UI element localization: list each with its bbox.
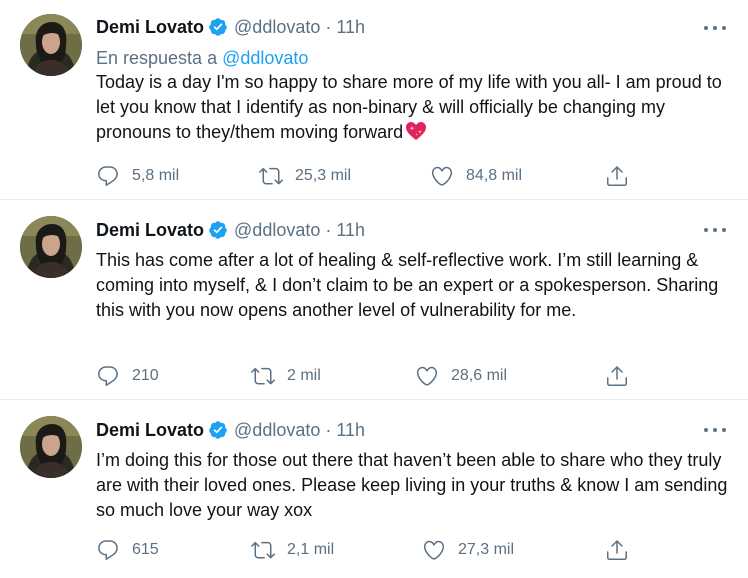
like-button[interactable]: 27,3 mil [422,538,514,562]
like-count: 84,8 mil [466,167,523,184]
retweet-button[interactable]: 2,1 mil [251,538,334,562]
retweet-button[interactable]: 25,3 mil [259,164,351,188]
verified-badge-icon [208,220,228,240]
author-name[interactable]: Demi Lovato [96,16,204,38]
reply-button[interactable]: 615 [96,538,159,562]
retweet-icon [251,538,275,562]
share-button[interactable] [605,164,629,188]
sparkling-heart-emoji [405,121,427,141]
heart-outline-icon [430,164,454,188]
share-button[interactable] [605,538,629,562]
like-button[interactable]: 84,8 mil [430,164,522,188]
reply-button[interactable]: 5,8 mil [96,164,179,188]
separator-dot: · [325,17,332,37]
tweet-time[interactable]: 11h [336,219,365,241]
author-name[interactable]: Demi Lovato [96,219,204,241]
reply-count: 210 [132,367,159,384]
reply-count: 5,8 mil [132,167,180,184]
tweet-header: Demi Lovato @ddlovato · 11h [96,419,365,441]
tweet-header: Demi Lovato @ddlovato · 11h [96,219,365,241]
share-upload-icon [605,538,629,562]
share-button[interactable] [605,364,629,388]
retweet-icon [251,364,275,388]
reply-button[interactable]: 210 [96,364,159,388]
more-options-icon[interactable] [704,17,726,39]
like-button[interactable]: 28,6 mil [415,364,507,388]
separator-dot: · [325,220,332,240]
reply-bubble-icon [96,538,120,562]
share-upload-icon [605,364,629,388]
retweet-button[interactable]: 2 mil [251,364,321,388]
avatar[interactable] [20,416,82,478]
share-upload-icon [605,164,629,188]
tweet-text: Today is a day I'm so happy to share mor… [96,70,736,145]
more-options-icon[interactable] [704,419,726,441]
retweet-count: 25,3 mil [295,167,352,184]
reply-context: En respuesta a @ddlovato [96,47,308,69]
author-handle[interactable]: @ddlovato [234,419,320,441]
tweet-text: This has come after a lot of healing & s… [96,248,736,323]
like-count: 28,6 mil [451,367,508,384]
tweet-time[interactable]: 11h [336,16,365,38]
heart-outline-icon [415,364,439,388]
reply-prefix: En respuesta a [96,48,218,68]
reply-mention-link[interactable]: @ddlovato [222,48,308,68]
retweet-count: 2 mil [287,367,321,384]
reply-bubble-icon [96,364,120,388]
tweet-2[interactable]: Demi Lovato @ddlovato · 11h This has com… [0,200,748,399]
verified-badge-icon [208,420,228,440]
retweet-icon [259,164,283,188]
tweet-time[interactable]: 11h [336,419,365,441]
verified-badge-icon [208,17,228,37]
tweet-text-body: This has come after a lot of healing & s… [96,250,719,320]
retweet-count: 2,1 mil [287,541,335,558]
author-handle[interactable]: @ddlovato [234,16,320,38]
separator-dot: · [325,420,332,440]
tweet-header: Demi Lovato @ddlovato · 11h [96,16,365,38]
more-options-icon[interactable] [704,219,726,241]
author-name[interactable]: Demi Lovato [96,419,204,441]
heart-outline-icon [422,538,446,562]
reply-count: 615 [132,541,159,558]
tweet-text: I’m doing this for those out there that … [96,448,736,523]
avatar[interactable] [20,216,82,278]
reply-bubble-icon [96,164,120,188]
tweet-3[interactable]: Demi Lovato @ddlovato · 11h I’m doing th… [0,400,748,578]
author-handle[interactable]: @ddlovato [234,219,320,241]
tweet-text-body: I’m doing this for those out there that … [96,450,728,520]
tweet-1[interactable]: Demi Lovato @ddlovato · 11h En respuesta… [0,0,748,199]
avatar[interactable] [20,14,82,76]
like-count: 27,3 mil [458,541,515,558]
